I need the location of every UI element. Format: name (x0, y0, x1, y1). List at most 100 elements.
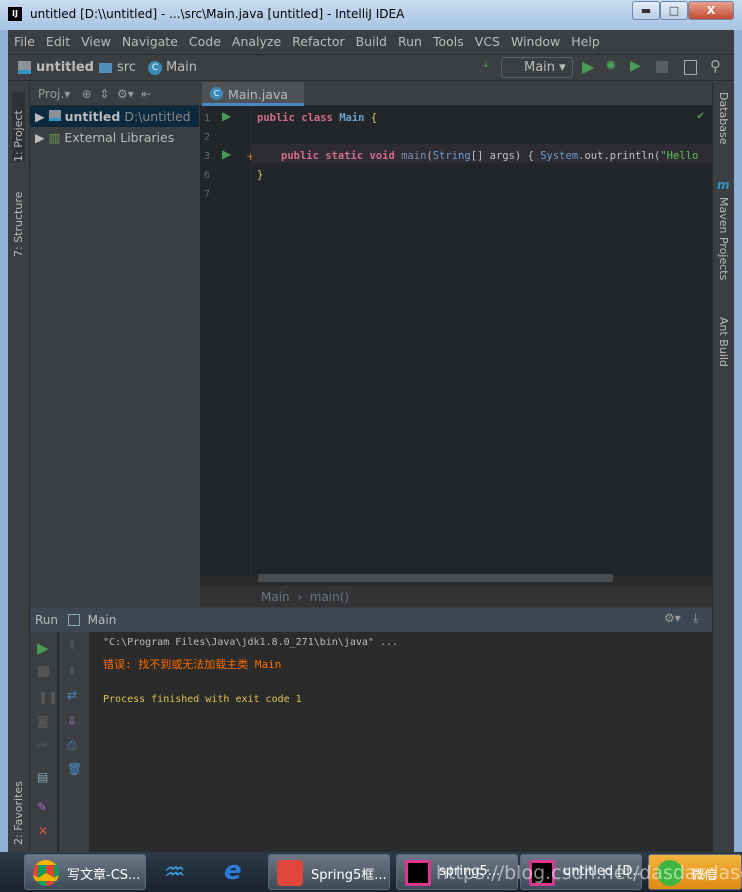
tree-item-label: untitled (64, 109, 121, 124)
stop-icon[interactable] (656, 61, 668, 73)
line-number: 6 (204, 170, 211, 181)
console-exit-line: Process finished with exit code 1 (103, 694, 302, 705)
menu-navigate[interactable]: Navigate (116, 30, 183, 52)
coverage-icon[interactable]: ▶ (630, 58, 641, 74)
exit-icon[interactable]: ⇥ (37, 738, 51, 752)
tree-item-label: External Libraries (64, 130, 175, 145)
menu-code[interactable]: Code (183, 30, 226, 52)
minimize-button[interactable]: ▬ (632, 1, 660, 20)
line-number: 7 (204, 189, 211, 200)
menu-edit[interactable]: Edit (40, 30, 75, 52)
build-icon[interactable]: ⇣ (482, 60, 490, 70)
run-tab-main[interactable]: Main (88, 613, 117, 627)
code-line-6: } (257, 169, 264, 181)
soft-wrap-icon[interactable]: ⇄ (67, 688, 81, 702)
title-bar: IJ untitled [D:\\untitled] - ...\src\Mai… (0, 0, 742, 30)
watermark: https://blog.csdn.net/dasdasdasdad (436, 862, 742, 884)
settings-icon[interactable]: ⚙▾ (664, 611, 681, 625)
pin-icon[interactable]: ✎ (37, 800, 51, 814)
line-number: 1 (204, 113, 211, 124)
tool-window-database[interactable]: Database (717, 92, 730, 145)
up-arrow-icon[interactable]: ⬆ (67, 638, 81, 652)
footer-crumb-method[interactable]: main() (310, 590, 349, 604)
tool-window-maven[interactable]: Maven Projects (717, 197, 730, 280)
menu-vcs[interactable]: VCS (469, 30, 505, 52)
dolphin-icon[interactable]: ♒ (164, 858, 186, 886)
tree-item-untitled[interactable]: ▶ untitled D:\untitled (30, 106, 199, 127)
print-icon[interactable]: ⎙ (67, 738, 81, 752)
console-command-line: "C:\Program Files\Java\jdk1.8.0_271\bin\… (103, 637, 399, 648)
taskbar-label: Spring5框... (311, 868, 387, 883)
taskbar-pdf[interactable]: Spring5框... (268, 854, 390, 890)
tool-window-project[interactable]: 1: Project (12, 92, 25, 162)
maven-icon: m (717, 178, 730, 192)
right-tool-strip: Database m Maven Projects Ant Build (712, 82, 734, 852)
close-button[interactable]: X (688, 1, 734, 20)
pause-icon[interactable]: ❚❚ (38, 690, 58, 704)
search-icon[interactable]: ⚲ (710, 57, 721, 75)
rerun-icon[interactable]: ▶ (37, 639, 51, 657)
code-line-1: public class Main { (257, 112, 378, 124)
down-arrow-icon[interactable]: ⬇ (67, 664, 81, 678)
editor-gutter: 1 2 3 6 7 ▶ ▶ + (200, 106, 255, 576)
horizontal-scrollbar[interactable] (258, 574, 613, 582)
footer-crumb-class[interactable]: Main (261, 590, 290, 604)
taskbar-chrome[interactable]: 写文章-CS... (24, 854, 146, 890)
tool-window-ant[interactable]: Ant Build (717, 317, 730, 367)
tool-window-favorites[interactable]: 2: Favorites (12, 777, 25, 845)
project-view-dropdown[interactable]: Proj. (38, 87, 64, 101)
breadcrumb-untitled[interactable]: untitled (36, 60, 94, 75)
tab-label: Main.java (228, 87, 289, 102)
stop-icon[interactable] (38, 666, 49, 677)
run-config-dropdown[interactable]: Main ▾ (501, 57, 573, 78)
inspection-ok-icon: ✔ (697, 108, 705, 122)
menu-analyze[interactable]: Analyze (226, 30, 286, 52)
project-panel: Proj.▾ ⊕ ⇕ ⚙▾ ⇤ ▶ untitled D:\untitled ▶… (30, 82, 199, 607)
layout-icon[interactable]: ▤ (37, 770, 51, 784)
run-panel: Run Main ⚙▾ ⤓ ▶ ❚❚ ◙ ⇥ ▤ ✎ ✕ ⬆ ⬇ ⇄ ⇩ ⎙ 🗑… (30, 608, 712, 852)
pdf-icon (277, 860, 303, 886)
scroll-to-end-icon[interactable]: ⇩ (67, 714, 81, 728)
class-icon: C (210, 87, 223, 100)
menu-build[interactable]: Build (350, 30, 392, 52)
menu-view[interactable]: View (75, 30, 116, 52)
tab-main-java[interactable]: C Main.java × (202, 82, 304, 117)
hide-icon[interactable]: ⤓ (693, 611, 698, 626)
run-toolbar-left: ▶ ❚❚ ◙ ⇥ ▤ ✎ ✕ (30, 632, 58, 852)
code-area[interactable]: public class Main { public static void m… (252, 106, 712, 582)
debug-icon[interactable]: ✹ (605, 58, 617, 74)
chrome-icon (33, 860, 59, 886)
line-number: 2 (204, 132, 211, 143)
run-gutter-icon[interactable]: ▶ (222, 109, 231, 123)
menu-file[interactable]: File (8, 30, 40, 52)
menu-bar: File Edit View Navigate Code Analyze Ref… (8, 30, 734, 52)
console-output[interactable]: "C:\Program Files\Java\jdk1.8.0_271\bin\… (90, 632, 712, 852)
maximize-button[interactable]: □ (660, 1, 688, 20)
breadcrumb-main[interactable]: Main (166, 60, 197, 75)
ie-icon[interactable]: e (224, 856, 242, 886)
run-icon[interactable]: ▶ (582, 57, 594, 76)
menu-run[interactable]: Run (392, 30, 427, 52)
module-icon (48, 110, 61, 121)
close-run-icon[interactable]: ✕ (38, 824, 52, 838)
tool-window-structure[interactable]: 7: Structure (12, 177, 25, 257)
menu-window[interactable]: Window (505, 30, 565, 52)
class-icon: C (148, 61, 162, 75)
tree-item-external-libraries[interactable]: ▶ ▥ External Libraries (30, 127, 199, 148)
code-line-3: public static void main(String[] args) {… (281, 150, 699, 162)
folder-icon (99, 63, 112, 73)
menu-refactor[interactable]: Refactor (286, 30, 349, 52)
run-gutter-icon[interactable]: ▶ (222, 147, 231, 161)
navigation-bar: untitled src C Main ⇣ Main ▾ ▶ ✹ ▶ ⚲ (8, 54, 734, 81)
clear-all-icon[interactable]: 🗑 (67, 762, 82, 776)
project-structure-icon[interactable] (684, 60, 697, 75)
run-config-icon (67, 614, 80, 626)
intellij-logo: IJ (8, 7, 22, 21)
editor-tabs: C Main.java × (200, 82, 712, 117)
menu-help[interactable]: Help (565, 30, 605, 52)
footer-separator: › (297, 590, 303, 604)
menu-tools[interactable]: Tools (427, 30, 469, 52)
dump-threads-icon[interactable]: ◙ (37, 714, 51, 728)
breadcrumb-src[interactable]: src (117, 60, 136, 75)
libraries-icon: ▥ (48, 130, 61, 145)
